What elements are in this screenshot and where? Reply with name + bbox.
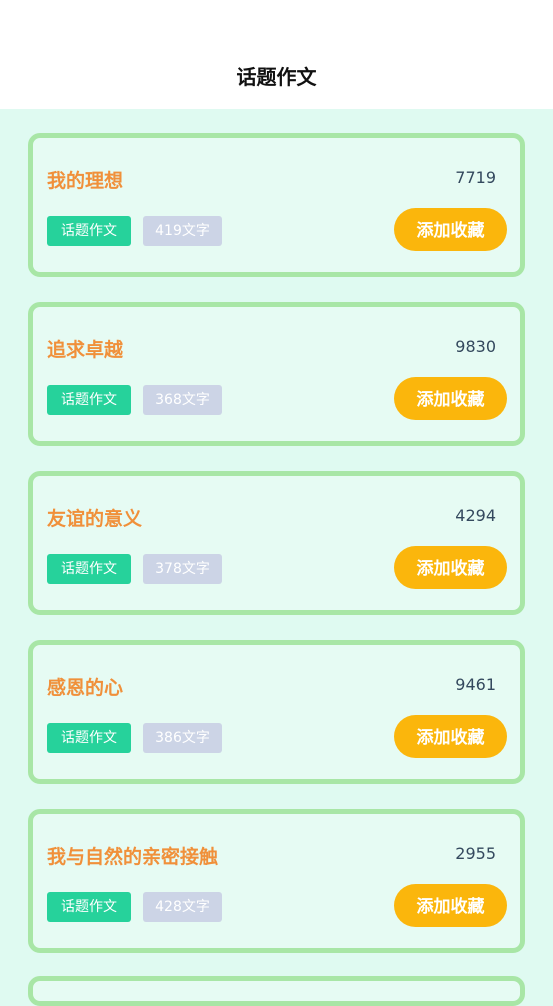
essay-title: 我与自然的亲密接触 xyxy=(47,846,219,868)
essay-title: 追求卓越 xyxy=(47,339,124,361)
essay-title: 我的理想 xyxy=(47,170,124,192)
page-title: 话题作文 xyxy=(236,65,317,89)
add-favorite-button[interactable]: 添加收藏 xyxy=(394,715,507,758)
category-tag: 话题作文 xyxy=(47,385,131,415)
essay-title: 友谊的意义 xyxy=(47,508,143,530)
add-favorite-button[interactable]: 添加收藏 xyxy=(394,884,507,927)
essay-card[interactable]: 感恩的心 9461 话题作文 386文字 添加收藏 xyxy=(28,640,525,784)
view-count: 9461 xyxy=(455,675,496,694)
essay-card[interactable]: 友谊的意义 4294 话题作文 378文字 添加收藏 xyxy=(28,471,525,615)
category-tag: 话题作文 xyxy=(47,892,131,922)
word-count-tag: 428文字 xyxy=(143,892,222,922)
essay-card[interactable]: 追求卓越 9830 话题作文 368文字 添加收藏 xyxy=(28,302,525,446)
view-count: 2955 xyxy=(455,844,496,863)
essay-card-partial[interactable] xyxy=(28,976,525,1006)
add-favorite-button[interactable]: 添加收藏 xyxy=(394,546,507,589)
word-count-tag: 419文字 xyxy=(143,216,222,246)
app-header: 话题作文 xyxy=(0,0,553,109)
category-tag: 话题作文 xyxy=(47,216,131,246)
view-count: 4294 xyxy=(455,506,496,525)
view-count: 9830 xyxy=(455,337,496,356)
word-count-tag: 368文字 xyxy=(143,385,222,415)
category-tag: 话题作文 xyxy=(47,723,131,753)
essay-card[interactable]: 我的理想 7719 话题作文 419文字 添加收藏 xyxy=(28,133,525,277)
essay-title: 感恩的心 xyxy=(47,677,124,699)
word-count-tag: 386文字 xyxy=(143,723,222,753)
add-favorite-button[interactable]: 添加收藏 xyxy=(394,208,507,251)
view-count: 7719 xyxy=(455,168,496,187)
word-count-tag: 378文字 xyxy=(143,554,222,584)
category-tag: 话题作文 xyxy=(47,554,131,584)
essay-card[interactable]: 我与自然的亲密接触 2955 话题作文 428文字 添加收藏 xyxy=(28,809,525,953)
add-favorite-button[interactable]: 添加收藏 xyxy=(394,377,507,420)
